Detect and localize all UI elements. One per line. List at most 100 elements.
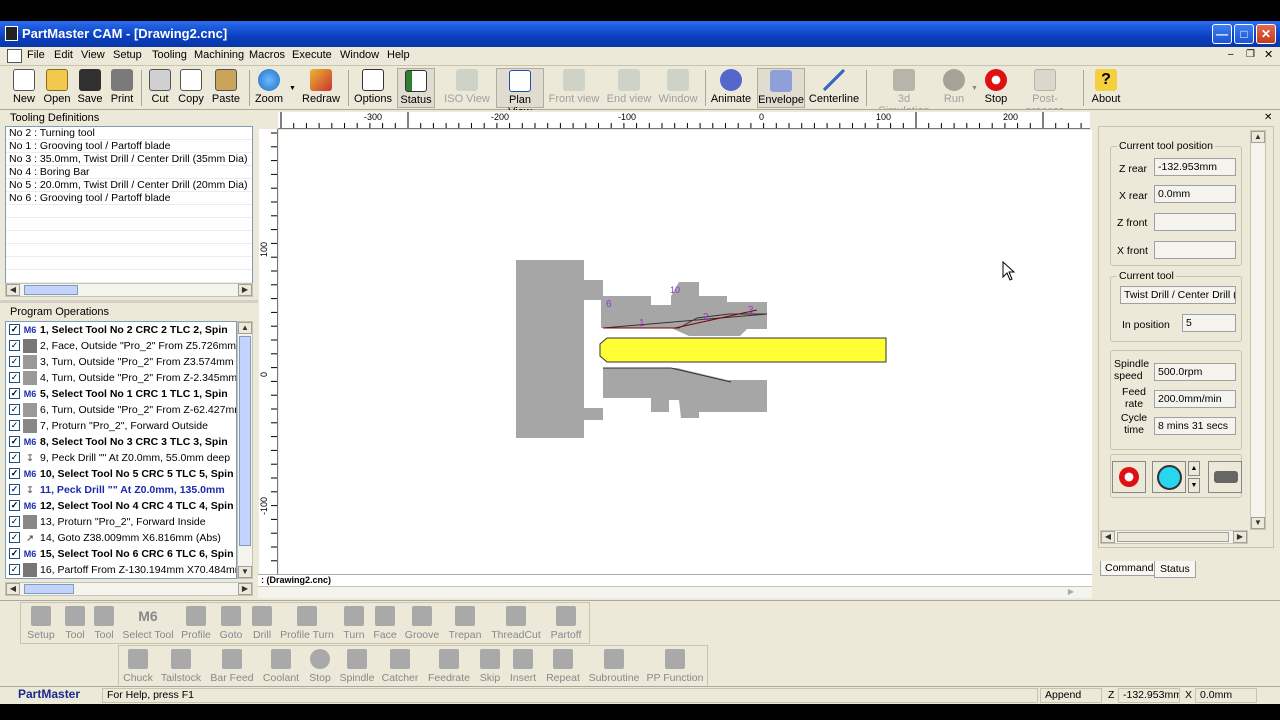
spindle-clock-icon[interactable] — [1152, 461, 1186, 493]
stop-indicator-icon[interactable] — [1112, 461, 1146, 493]
scroll-thumb[interactable] — [24, 584, 74, 594]
checkbox-checked-icon[interactable]: ✓ — [9, 532, 20, 543]
operation-row[interactable]: ✓ 6, Turn, Outside "Pro_2" From Z-62.427m… — [6, 402, 236, 418]
canvas-hscrollbar[interactable]: ▶ — [258, 586, 1092, 598]
goto-op-button[interactable]: Goto — [216, 604, 246, 644]
menu-help[interactable]: Help — [387, 49, 410, 61]
setup-op-button[interactable]: Setup — [24, 604, 58, 644]
operations-vscrollbar[interactable]: ▲ ▼ — [237, 321, 253, 579]
tool-item[interactable]: No 4 : Boring Bar — [6, 166, 252, 179]
tool-op-button[interactable]: Tool — [62, 604, 88, 644]
threadcut-op-button[interactable]: ThreadCut — [488, 604, 544, 644]
panel-splitter[interactable] — [0, 300, 258, 303]
part-lower-section[interactable] — [584, 368, 767, 420]
menu-edit[interactable]: Edit — [54, 49, 73, 61]
panel-hscrollbar[interactable]: ◀ ▶ — [1100, 530, 1248, 544]
options-button[interactable]: Options — [353, 68, 393, 108]
checkbox-checked-icon[interactable]: ✓ — [9, 420, 20, 431]
checkbox-checked-icon[interactable]: ✓ — [9, 468, 20, 479]
bar-feed-op-button[interactable]: Bar Feed — [208, 647, 256, 687]
scroll-right-icon[interactable]: ▶ — [1233, 531, 1247, 543]
stop-op-button[interactable]: Stop — [305, 647, 335, 687]
paste-button[interactable]: Paste — [210, 68, 242, 108]
scroll-thumb[interactable] — [24, 285, 78, 295]
operation-row[interactable]: ✓ 7, Proturn "Pro_2", Forward Outside — [6, 418, 236, 434]
checkbox-checked-icon[interactable]: ✓ — [9, 404, 20, 415]
open-button[interactable]: Open — [41, 68, 73, 108]
trepan-op-button[interactable]: Trepan — [446, 604, 484, 644]
spinner-up-icon[interactable]: ▲ — [1188, 461, 1200, 476]
plan-view-button[interactable]: Plan View — [496, 68, 544, 118]
operation-row[interactable]: ✓ M6 10, Select Tool No 5 CRC 5 TLC 5, Spi… — [6, 466, 236, 482]
operation-row[interactable]: ✓ 2, Face, Outside "Pro_2" From Z5.726mm … — [6, 338, 236, 354]
iso-view-button[interactable]: ISO View — [444, 68, 490, 108]
tab-command[interactable]: Command — [1100, 561, 1159, 576]
checkbox-checked-icon[interactable]: ✓ — [9, 356, 20, 367]
chuck-op-button[interactable]: Chuck — [122, 647, 154, 687]
scroll-right-icon[interactable]: ▶ — [1064, 587, 1078, 598]
spinner-down-icon[interactable]: ▼ — [1188, 478, 1200, 493]
scroll-left-icon[interactable]: ◀ — [1101, 531, 1115, 543]
checkbox-checked-icon[interactable]: ✓ — [9, 436, 20, 447]
scroll-thumb[interactable] — [1117, 532, 1229, 542]
cut-button[interactable]: Cut — [145, 68, 175, 108]
part-drawing[interactable]: 1 2 3 6 10 — [279, 130, 1092, 578]
front-view-button[interactable]: Front view — [548, 68, 600, 108]
scroll-right-icon[interactable]: ▶ — [238, 284, 252, 296]
checkbox-checked-icon[interactable]: ✓ — [9, 340, 20, 351]
status-button[interactable]: Status — [397, 68, 435, 108]
tab-status[interactable]: Status — [1154, 561, 1196, 578]
checkbox-checked-icon[interactable]: ✓ — [9, 324, 20, 335]
centerline-button[interactable]: Centerline — [808, 68, 860, 108]
run-dropdown-arrow-icon[interactable]: ▼ — [971, 85, 978, 92]
panel-vscrollbar[interactable]: ▲ ▼ — [1250, 130, 1266, 530]
repeat-op-button[interactable]: Repeat — [544, 647, 582, 687]
operation-row[interactable]: ✓ 16, Partoff From Z-130.194mm X70.484mm — [6, 562, 236, 578]
checkbox-checked-icon[interactable]: ✓ — [9, 484, 20, 495]
pp-function-op-button[interactable]: PP Function — [646, 647, 704, 687]
end-view-button[interactable]: End view — [606, 68, 652, 108]
new-button[interactable]: New — [9, 68, 39, 108]
partoff-op-button[interactable]: Partoff — [546, 604, 586, 644]
operation-row[interactable]: ✓ M6 12, Select Tool No 4 CRC 4 TLC 4, Spi… — [6, 498, 236, 514]
turn-op-button[interactable]: Turn — [340, 604, 368, 644]
operation-row[interactable]: ✓ M6 15, Select Tool No 6 CRC 6 TLC 6, Spi… — [6, 546, 236, 562]
scroll-thumb[interactable] — [239, 336, 251, 546]
checkbox-checked-icon[interactable]: ✓ — [9, 500, 20, 511]
menu-execute[interactable]: Execute — [292, 49, 332, 61]
menu-machining[interactable]: Machining — [194, 49, 244, 61]
tool-change-op-button[interactable]: Tool — [90, 604, 118, 644]
tool-item[interactable]: No 5 : 20.0mm, Twist Drill / Center Dril… — [6, 179, 252, 192]
checkbox-checked-icon[interactable]: ✓ — [9, 452, 20, 463]
scroll-up-icon[interactable]: ▲ — [1251, 131, 1265, 143]
operation-row[interactable]: ✓ M6 1, Select Tool No 2 CRC 2 TLC 2, Spin — [6, 322, 236, 338]
face-op-button[interactable]: Face — [371, 604, 399, 644]
mdi-close-button[interactable]: ✕ — [1264, 48, 1273, 61]
menu-window[interactable]: Window — [340, 49, 379, 61]
tool-item[interactable]: No 6 : Grooving tool / Partoff blade — [6, 192, 252, 205]
tool-item[interactable]: No 3 : 35.0mm, Twist Drill / Center Dril… — [6, 153, 252, 166]
about-button[interactable]: ? About — [1089, 68, 1123, 108]
scroll-left-icon[interactable]: ◀ — [6, 284, 20, 296]
drill-op-button[interactable]: Drill — [248, 604, 276, 644]
scroll-down-icon[interactable]: ▼ — [238, 566, 252, 578]
menu-macros[interactable]: Macros — [249, 49, 285, 61]
drill-tool[interactable] — [599, 337, 887, 363]
print-button[interactable]: Print — [107, 68, 137, 108]
scroll-left-icon[interactable]: ◀ — [6, 583, 20, 595]
scroll-up-icon[interactable]: ▲ — [238, 322, 252, 334]
minimize-button[interactable]: — — [1212, 24, 1232, 44]
operation-row[interactable]: ✓ 13, Proturn "Pro_2", Forward Inside — [6, 514, 236, 530]
operation-row[interactable]: ✓ 3, Turn, Outside "Pro_2" From Z3.574mm … — [6, 354, 236, 370]
menu-view[interactable]: View — [81, 49, 105, 61]
menu-setup[interactable]: Setup — [113, 49, 142, 61]
cad-canvas[interactable]: 1 2 3 6 10 — [279, 130, 1092, 578]
panel-close-icon[interactable]: ✕ — [1264, 112, 1272, 123]
checkbox-checked-icon[interactable]: ✓ — [9, 388, 20, 399]
operation-row[interactable]: ✓ ↗ 14, Goto Z38.009mm X6.816mm (Abs) — [6, 530, 236, 546]
tool-item[interactable]: No 2 : Turning tool — [6, 127, 252, 140]
select-tool-op-button[interactable]: M6 Select Tool — [120, 604, 176, 644]
profile-turn-op-button[interactable]: Profile Turn — [278, 604, 336, 644]
feedrate-op-button[interactable]: Feedrate — [426, 647, 472, 687]
tool-item[interactable]: No 1 : Grooving tool / Partoff blade — [6, 140, 252, 153]
